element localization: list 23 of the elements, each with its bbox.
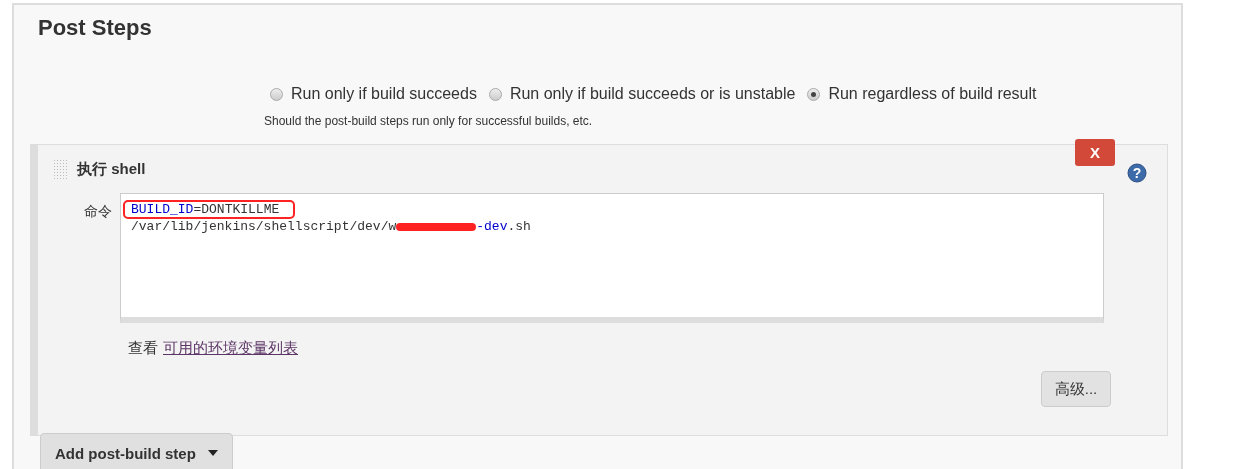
code-text: =DONTKILLME <box>193 202 280 217</box>
radio-button[interactable] <box>807 87 821 101</box>
radio-button[interactable] <box>270 87 283 101</box>
radio-label[interactable]: Run only if build succeeds or is unstable <box>509 85 796 103</box>
env-prefix: 查看 <box>128 339 158 358</box>
add-step-button[interactable]: Add post-build step <box>40 433 233 469</box>
code-text: /var/lib/jenkins/shellscript/dev/w <box>131 219 397 234</box>
help-icon[interactable]: ? <box>1127 163 1147 183</box>
radio-button[interactable] <box>488 87 502 101</box>
code-keyword: BUILD_ID <box>131 202 194 217</box>
code-text: .sh <box>507 219 531 234</box>
section-title: Post Steps <box>37 14 152 42</box>
advanced-button[interactable]: 高级... <box>1041 371 1111 407</box>
help-text: Should the post-build steps run only for successful builds, etc. <box>264 114 593 128</box>
field-label: 命令 <box>83 202 113 221</box>
step-title: 执行 shell <box>77 159 146 179</box>
delete-button[interactable]: X <box>1075 139 1115 166</box>
radio-label[interactable]: Run regardless of build result <box>828 85 1037 103</box>
caret-icon <box>207 450 218 456</box>
env-variables-link[interactable]: 可用的环境变量列表 <box>163 339 298 358</box>
command-field[interactable]: BUILD_ID=DONTKILLME /var/lib/jenkins/shellscript/dev/w -dev.sh <box>120 193 1104 323</box>
radio-label[interactable]: Run only if build succeeds <box>291 85 477 103</box>
code-keyword: -dev <box>476 219 508 234</box>
